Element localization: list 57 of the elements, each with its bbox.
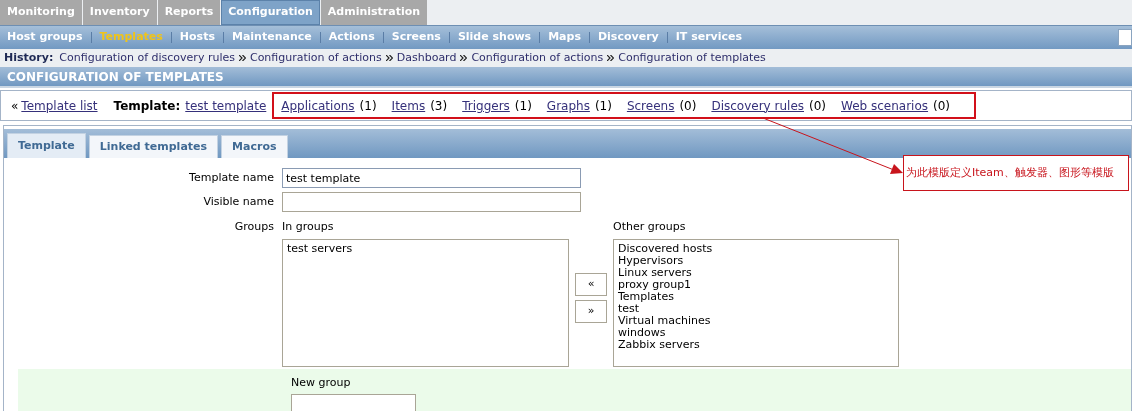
visible-name-field[interactable] — [282, 192, 581, 212]
list-label: Other groups — [613, 219, 687, 235]
count-label: (0) — [933, 97, 951, 115]
history-link[interactable]: Configuration of templates — [618, 49, 766, 67]
related-link[interactable]: Graphs — [546, 96, 590, 115]
list-item[interactable]: Linux servers — [618, 266, 894, 279]
count-label: (0) — [679, 97, 697, 115]
history-label: History: — [4, 49, 54, 66]
related-link[interactable]: Triggers — [462, 96, 510, 115]
history-link[interactable]: Configuration of actions — [471, 49, 604, 67]
related-link[interactable]: Items — [391, 96, 426, 115]
list-item[interactable]: Discovered hosts — [618, 242, 894, 255]
move-left-button[interactable]: « — [575, 273, 607, 296]
list-item[interactable]: test servers — [287, 242, 564, 255]
chevrons-icon — [607, 55, 615, 61]
list-item[interactable]: windows — [618, 327, 894, 340]
template-link[interactable]: test template — [185, 96, 267, 115]
related-link[interactable]: Discovery rules — [711, 96, 804, 115]
chevrons-icon — [238, 55, 246, 61]
related-link[interactable]: Web scenarios — [841, 96, 929, 115]
other-groups-list[interactable]: Discovered hosts Hypervisors Linux servers proxy group1 Templates test Virtual machines windows Zabbix servers — [613, 238, 899, 367]
chevrons-icon — [385, 55, 393, 61]
form-tab[interactable]: Linked templates — [88, 135, 219, 158]
field-label: Groups — [233, 219, 275, 235]
field-label: New group — [291, 374, 352, 391]
form-tab[interactable]: Template — [7, 133, 86, 158]
list-item[interactable]: Virtual machines — [618, 315, 894, 328]
related-link[interactable]: Screens — [626, 96, 675, 115]
history-link[interactable]: Configuration of discovery rules — [59, 49, 235, 67]
list-item[interactable]: test — [618, 302, 894, 316]
history-link[interactable]: Dashboard — [396, 49, 457, 67]
page-header: CONFIGURATION OF TEMPLATES — [0, 67, 1132, 88]
template-list-link[interactable]: Template list — [21, 96, 98, 115]
count-label: (1) — [594, 97, 612, 115]
count-label: (3) — [430, 97, 448, 115]
list-item[interactable]: proxy group1 — [618, 278, 894, 291]
in-groups-list[interactable]: test servers — [282, 238, 569, 367]
chevrons-icon — [460, 55, 468, 61]
count-label: (0) — [809, 97, 826, 115]
template-label: Template: — [113, 97, 181, 115]
new-group-field[interactable] — [291, 394, 416, 411]
annotation-callout: 为此模版定义Iteam、触发器、图形等模版 — [903, 155, 1129, 191]
list-label: In groups — [282, 219, 335, 235]
field-label: Template name — [188, 169, 275, 186]
count-label: (1) — [359, 97, 377, 115]
list-item[interactable]: Zabbix servers — [618, 339, 894, 352]
list-item[interactable]: Templates — [618, 290, 894, 303]
list-item[interactable]: Hypervisors — [618, 254, 894, 267]
form-tab[interactable]: Macros — [221, 135, 288, 158]
related-link[interactable]: Applications — [281, 96, 355, 115]
search-field[interactable] — [1118, 29, 1132, 46]
field-label: Visible name — [202, 193, 275, 210]
back-arrow: « — [11, 97, 19, 115]
history-link[interactable]: Configuration of actions — [249, 49, 382, 67]
move-right-button[interactable]: » — [575, 300, 607, 323]
count-label: (1) — [514, 97, 532, 115]
template-name-field[interactable]: test template — [282, 168, 581, 188]
